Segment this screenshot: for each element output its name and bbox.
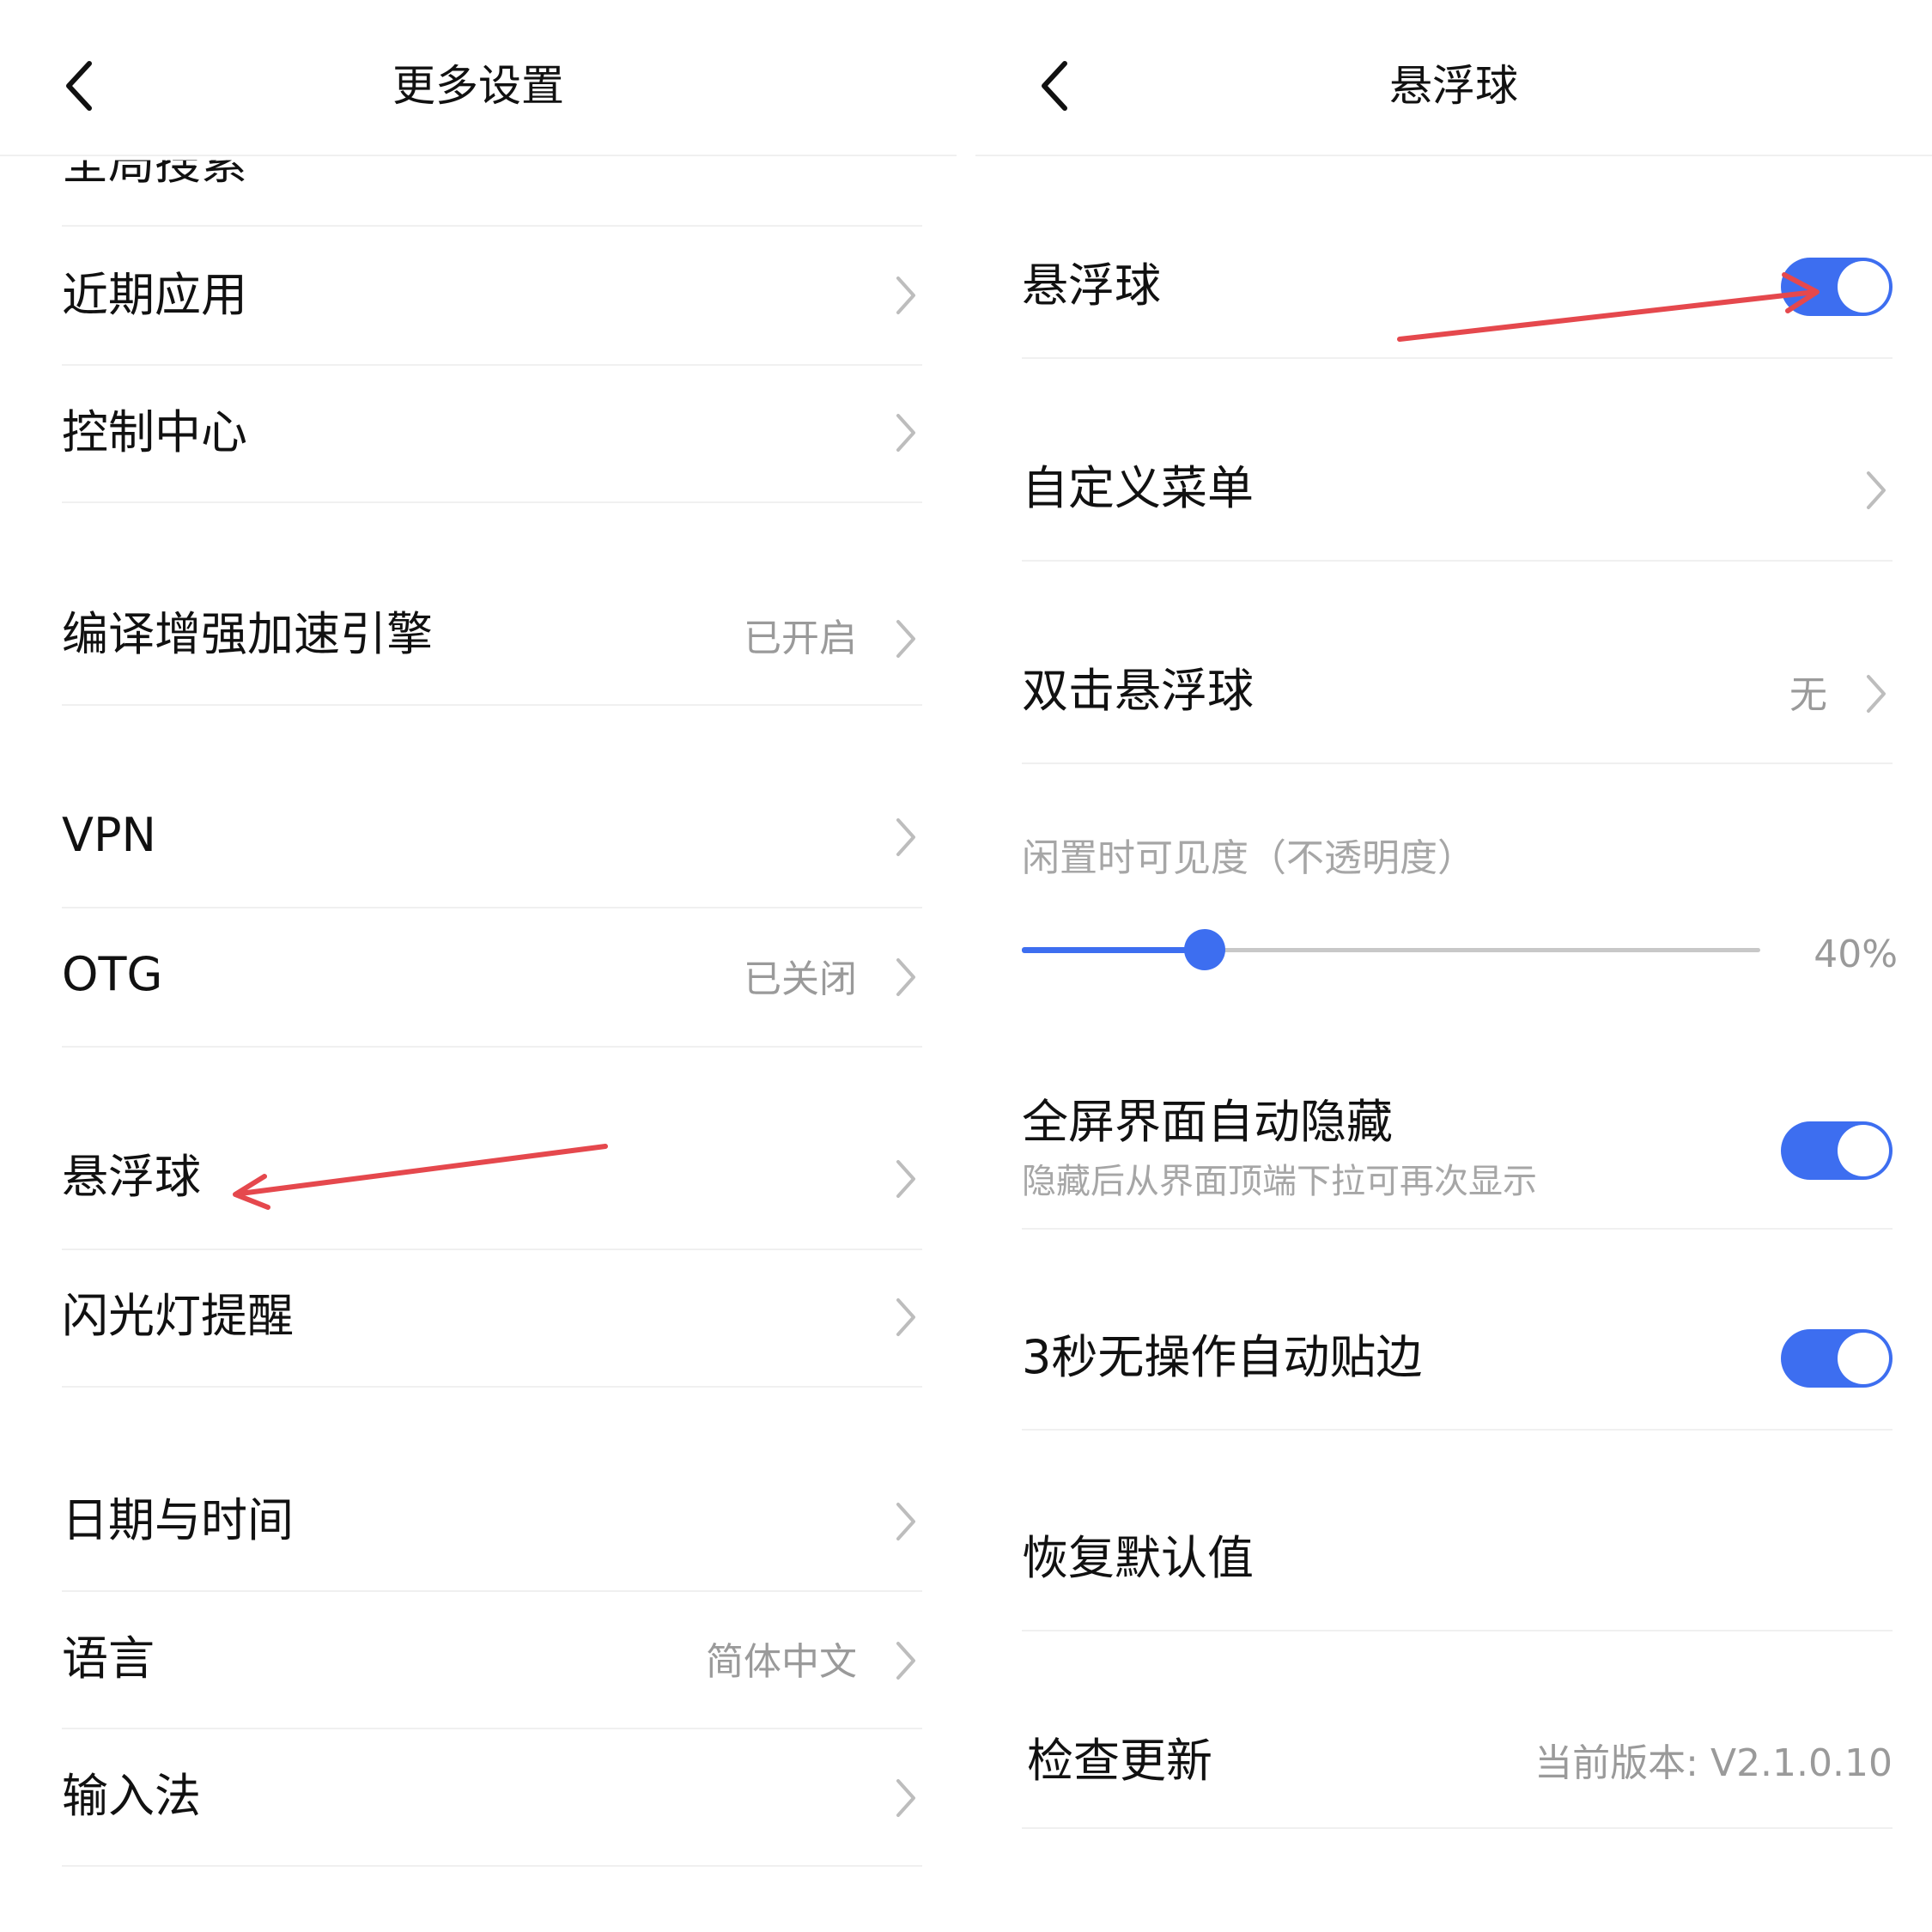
item-status: 无 xyxy=(1789,673,1827,717)
settings-item-date-time[interactable]: 日期与时间 xyxy=(62,1386,922,1592)
chevron-right-icon xyxy=(1858,668,1893,720)
floating-ball-screen: 悬浮球 悬浮球 自定义菜单 双击悬浮球 无 闲置时可见度（不透明度） 40% 全… xyxy=(975,0,1932,1932)
item-status: 已开启 xyxy=(744,617,857,660)
item-label: 自定义菜单 xyxy=(1022,461,1254,515)
idle-visibility-label: 闲置时可见度（不透明度） xyxy=(1022,836,1475,880)
item-label: 恢复默认值 xyxy=(1022,1531,1254,1585)
current-version: 当前版本: V2.1.0.10 xyxy=(1534,1741,1893,1785)
setting-custom-menu[interactable]: 自定义菜单 xyxy=(1022,357,1893,562)
chevron-right-icon xyxy=(888,811,922,863)
settings-item-compile-engine[interactable]: 编译增强加速引擎 已开启 xyxy=(62,501,922,706)
fullscreen-auto-hide-toggle[interactable] xyxy=(1781,1121,1893,1180)
item-status: 已关闭 xyxy=(744,957,857,1001)
restore-default-button[interactable]: 恢复默认值 xyxy=(1022,1429,1893,1631)
setting-double-tap[interactable]: 双击悬浮球 无 xyxy=(1022,560,1893,764)
item-label: 3秒无操作自动贴边 xyxy=(1022,1330,1423,1384)
chevron-right-icon xyxy=(888,1772,922,1824)
setting-floating-ball: 悬浮球 xyxy=(1022,155,1893,359)
auto-edge-toggle[interactable] xyxy=(1781,1329,1893,1388)
item-label: 全屏界面自动隐藏 xyxy=(1022,1095,1393,1149)
chevron-right-icon xyxy=(888,613,922,665)
item-label: 日期与时间 xyxy=(62,1493,294,1547)
setting-auto-edge: 3秒无操作自动贴边 xyxy=(1022,1228,1893,1431)
settings-item-floating-ball[interactable]: 悬浮球 xyxy=(62,1046,922,1250)
item-label: 控制中心 xyxy=(62,405,247,459)
item-label: OTG xyxy=(62,947,163,1001)
chevron-right-icon xyxy=(888,1635,922,1686)
floating-ball-toggle[interactable] xyxy=(1781,258,1893,316)
item-label: 双击悬浮球 xyxy=(1022,664,1254,718)
item-label: VPN xyxy=(62,808,156,862)
item-label: 输入法 xyxy=(62,1769,201,1823)
item-label: 编译增强加速引擎 xyxy=(62,607,433,661)
header: 更多设置 xyxy=(0,0,957,156)
idle-visibility-slider[interactable] xyxy=(1022,929,1760,970)
toggle-knob xyxy=(1838,261,1889,313)
page-title: 更多设置 xyxy=(392,61,564,111)
check-update-item[interactable]: 检查更新 当前版本: V2.1.0.10 xyxy=(1022,1630,1893,1829)
item-label: 悬浮球 xyxy=(62,1150,201,1204)
item-status: 简体中文 xyxy=(706,1640,857,1684)
page-title: 悬浮球 xyxy=(1389,61,1518,111)
more-settings-screen: 全局搜索 更多设置 近期应用 控制中心 编译增强加速引擎 已开启 VPN OTG… xyxy=(0,0,957,1932)
item-label: 闪光灯提醒 xyxy=(62,1289,294,1343)
settings-item-recent-apps[interactable]: 近期应用 xyxy=(62,227,922,366)
item-label: 近期应用 xyxy=(62,268,247,322)
slider-fill xyxy=(1022,947,1205,953)
chevron-right-icon xyxy=(888,1291,922,1343)
item-label: 语言 xyxy=(62,1631,155,1686)
slider-thumb[interactable] xyxy=(1184,929,1225,970)
chevron-right-icon xyxy=(888,407,922,459)
item-label: 悬浮球 xyxy=(1022,258,1161,313)
chevron-right-icon xyxy=(888,951,922,1003)
settings-item-input-method[interactable]: 输入法 xyxy=(62,1728,922,1867)
toggle-knob xyxy=(1838,1125,1889,1176)
toggle-knob xyxy=(1838,1333,1889,1384)
chevron-right-icon xyxy=(1858,465,1893,516)
settings-item-language[interactable]: 语言 简体中文 xyxy=(62,1590,922,1729)
idle-visibility-value: 40% xyxy=(1814,933,1898,976)
settings-item-otg[interactable]: OTG 已关闭 xyxy=(62,907,922,1048)
settings-item-flash-alert[interactable]: 闪光灯提醒 xyxy=(62,1249,922,1388)
item-label: 检查更新 xyxy=(1027,1734,1212,1788)
settings-item-vpn[interactable]: VPN xyxy=(62,704,922,908)
settings-item-control-center[interactable]: 控制中心 xyxy=(62,364,922,503)
chevron-right-icon xyxy=(888,1153,922,1205)
item-sublabel: 隐藏后从界面顶端下拉可再次显示 xyxy=(1022,1162,1537,1201)
chevron-right-icon xyxy=(888,1496,922,1547)
chevron-right-icon xyxy=(888,270,922,321)
header: 悬浮球 xyxy=(975,0,1932,156)
setting-fullscreen-auto-hide: 全屏界面自动隐藏 隐藏后从界面顶端下拉可再次显示 xyxy=(1022,1027,1893,1230)
